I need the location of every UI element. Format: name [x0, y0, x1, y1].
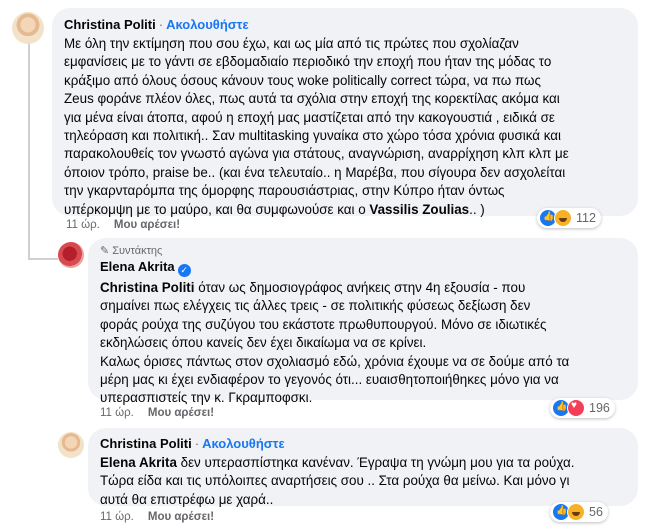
like-button[interactable]: Μου αρέσει! [114, 219, 180, 231]
comment-line: υπερασπιστείς την κ. Γκραμποφσκι. [100, 390, 313, 406]
author-name[interactable]: Elena Akrita [100, 259, 175, 274]
comment-bubble: Christina Politi · Ακολουθήστε Elena Akrit… [88, 428, 638, 509]
author-name[interactable]: Christina Politi [64, 17, 156, 32]
like-button[interactable]: Μου αρέσει! [148, 407, 214, 419]
comment-actions: 11 ώρ. Μου αρέσει! [100, 511, 214, 523]
comment-line: Τώρα είδα και τις υπόλοιπες αναρτήσεις σ… [100, 473, 570, 489]
comment-line: κράξιμο από όλους όσους κάνουν τους woke… [64, 72, 541, 88]
avatar[interactable] [58, 432, 84, 458]
thread-line [28, 258, 58, 260]
comment-line-text: όταν ως δημοσιογράφος ανήκεις στην 4η εξ… [194, 280, 526, 295]
comment-text: Με όλη την εκτίμηση που σου έχω, και ως … [64, 35, 626, 219]
comment-text: Christina Politi όταν ως δημοσιογράφος α… [100, 279, 626, 408]
separator: · [194, 436, 200, 451]
follow-button[interactable]: Ακολουθήστε [166, 17, 249, 32]
verified-badge-icon: ✓ [177, 264, 191, 277]
reaction-count: 196 [589, 401, 610, 415]
comment-line-text: δεν υπερασπίστηκα κανέναν. Έγραψα τη γνώ… [176, 455, 575, 470]
comment-actions: 11 ώρ. Μου αρέσει! [100, 407, 214, 419]
comment-line: για μένα είναι άτοπα, αφού η εποχή μας μ… [64, 109, 555, 125]
reaction-count: 56 [589, 505, 603, 519]
comment-line: εκδηλώσεις όπου κανείς δεν έχει δικαίωμα… [100, 335, 427, 351]
pen-icon: ✎ [100, 245, 110, 257]
comment-line: αυτά θα επιστρέφω με χαρά.. [100, 491, 274, 507]
haha-icon [567, 503, 585, 521]
like-button[interactable]: Μου αρέσει! [148, 511, 214, 523]
comment-text: Elena Akrita δεν υπερασπίστηκα κανέναν. … [100, 454, 626, 509]
separator: · [158, 17, 164, 32]
comment-bubble: Christina Politi · Ακολουθήστε Με όλη την … [52, 8, 638, 219]
role-label: Συντάκτης [112, 245, 163, 257]
comment-actions: 11 ώρ. Μου αρέσει! [66, 219, 180, 231]
timestamp[interactable]: 11 ώρ. [100, 511, 134, 523]
role-badge: ✎ Συντάκτης [100, 244, 626, 258]
comment-line: Με όλη την εκτίμηση που σου έχω, και ως … [64, 36, 519, 51]
comment-line: εμφανίσεις με το γάντι σε εβδομαδιαίο πε… [64, 54, 552, 70]
haha-icon [554, 209, 572, 227]
comment-line: φοράς ρούχα της συζύγου του εκάστοτε πρω… [100, 316, 547, 332]
mention-link[interactable]: Christina Politi [100, 280, 195, 295]
comment-header: Christina Politi · Ακολουθήστε [64, 16, 626, 33]
avatar[interactable] [12, 12, 44, 44]
reaction-summary[interactable]: 112 [537, 208, 601, 228]
comment-line-tail: .. ) [469, 201, 485, 217]
comment-line: Christina Politi όταν ως δημοσιογράφος α… [100, 279, 626, 297]
comment-line: Καλως όρισες πάντως στον σχολιασμό εδώ, … [100, 353, 570, 369]
comment-line: Zeus φοράνε πλέον όλες, πως αυτά τα σχόλ… [64, 91, 560, 107]
comment-line-text: υπέρκομψη με το μαύρο, και θα συμφωνούσε… [64, 201, 370, 217]
mention-link[interactable]: Elena Akrita [100, 455, 177, 470]
reaction-summary[interactable]: 196 [550, 398, 615, 418]
mention-link[interactable]: Vassilis Zoulias [369, 202, 469, 217]
author-name[interactable]: Christina Politi [100, 436, 192, 451]
comment-header: Elena Akrita ✓ [100, 258, 626, 277]
avatar[interactable] [58, 242, 84, 268]
comment-bubble: ✎ Συντάκτης Elena Akrita ✓ Christina Polit… [88, 238, 638, 405]
reaction-count: 112 [576, 211, 596, 225]
comment-line: Elena Akrita δεν υπερασπίστηκα κανέναν. … [100, 454, 626, 472]
follow-button[interactable]: Ακολουθήστε [202, 436, 285, 451]
reaction-summary[interactable]: 56 [550, 502, 608, 522]
comment-line: τηλεόραση και πολιτική.. Σαν multitaskin… [64, 128, 561, 144]
comment-line: την γκαρνταρόμπα της όμορφης παρουσιάστρ… [64, 183, 505, 199]
comment-line: σημαίνει πως ελέγχεις τις άλλες τρεις - … [100, 298, 531, 314]
love-icon [567, 399, 585, 417]
timestamp[interactable]: 11 ώρ. [66, 219, 100, 231]
timestamp[interactable]: 11 ώρ. [100, 407, 134, 419]
comment-line: όποιον τρόπο, praise be.. (και ένα τελευ… [64, 164, 566, 180]
comment-line: παρακολουθείς τον γνωστό αγώνα για στάτο… [64, 146, 569, 162]
thread-line [28, 40, 30, 258]
comment-header: Christina Politi · Ακολουθήστε [100, 435, 626, 452]
comment-line: μέρη μας κι έχει ενδιαφέρον το γεγονός ό… [100, 372, 559, 388]
